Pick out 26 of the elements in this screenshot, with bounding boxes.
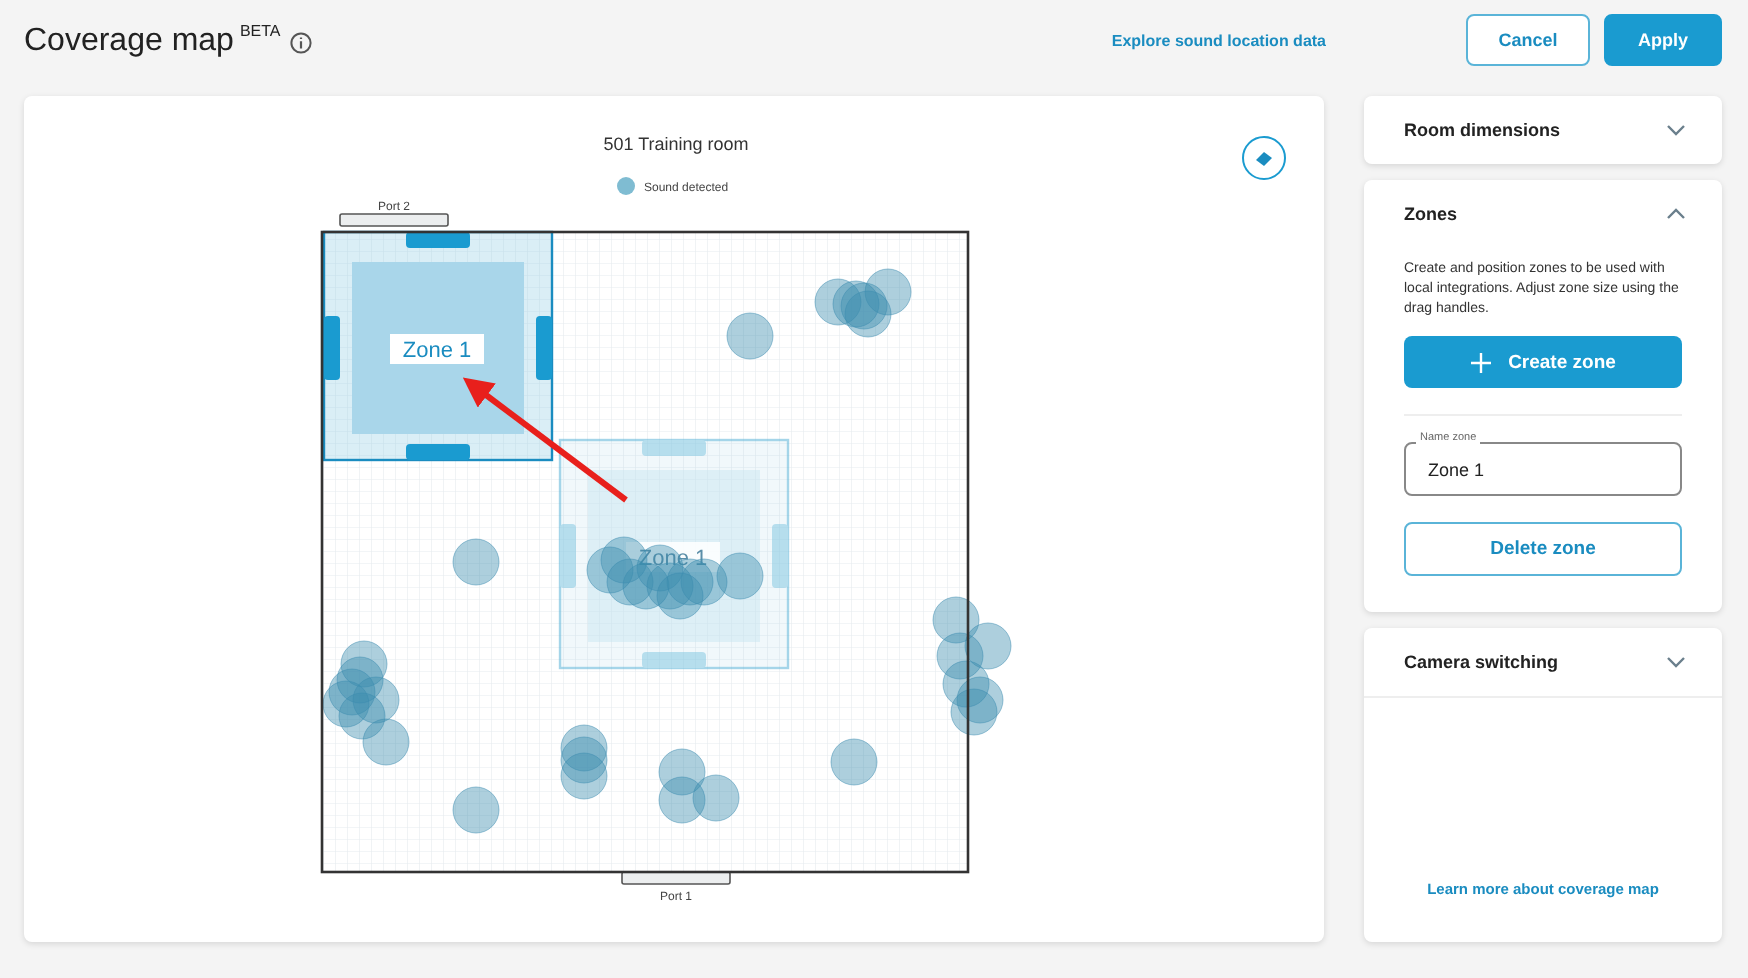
- info-icon[interactable]: [290, 32, 313, 54]
- chevron-up-icon: [1666, 208, 1686, 220]
- section-title: Camera switching: [1404, 652, 1559, 672]
- room-title: 501 Training room: [603, 134, 749, 154]
- name-field[interactable]: Zone 1: [1404, 442, 1682, 496]
- beta-label: BETA: [239, 22, 281, 40]
- zone-area[interactable]: [322, 230, 554, 462]
- section-header[interactable]: Zones: [1364, 180, 1722, 248]
- section-title: Zones: [1404, 204, 1458, 224]
- delete-zone-button[interactable]: Delete zone: [1404, 522, 1682, 576]
- page-title: Coverage map: [24, 24, 234, 60]
- zone-label: Zone 1: [390, 334, 484, 364]
- chevron-down-icon: [1666, 124, 1686, 136]
- section-header[interactable]: Room dimensions: [1364, 96, 1722, 164]
- section-header[interactable]: Camera switching: [1364, 628, 1722, 696]
- plus-icon: [1470, 351, 1493, 373]
- section-title: Room dimensions: [1404, 120, 1561, 140]
- create-zone-button[interactable]: Create zone: [1404, 336, 1682, 388]
- eraser-icon: [1254, 148, 1274, 168]
- device-bar: [339, 213, 449, 227]
- chevron-down-icon: [1666, 656, 1686, 668]
- apply-button[interactable]: Apply: [1604, 14, 1722, 66]
- eraser-button[interactable]: [1242, 136, 1286, 180]
- explore-link[interactable]: Explore sound location data: [1111, 31, 1326, 49]
- legend-dot: [617, 177, 635, 195]
- cancel-button[interactable]: Cancel: [1466, 14, 1590, 66]
